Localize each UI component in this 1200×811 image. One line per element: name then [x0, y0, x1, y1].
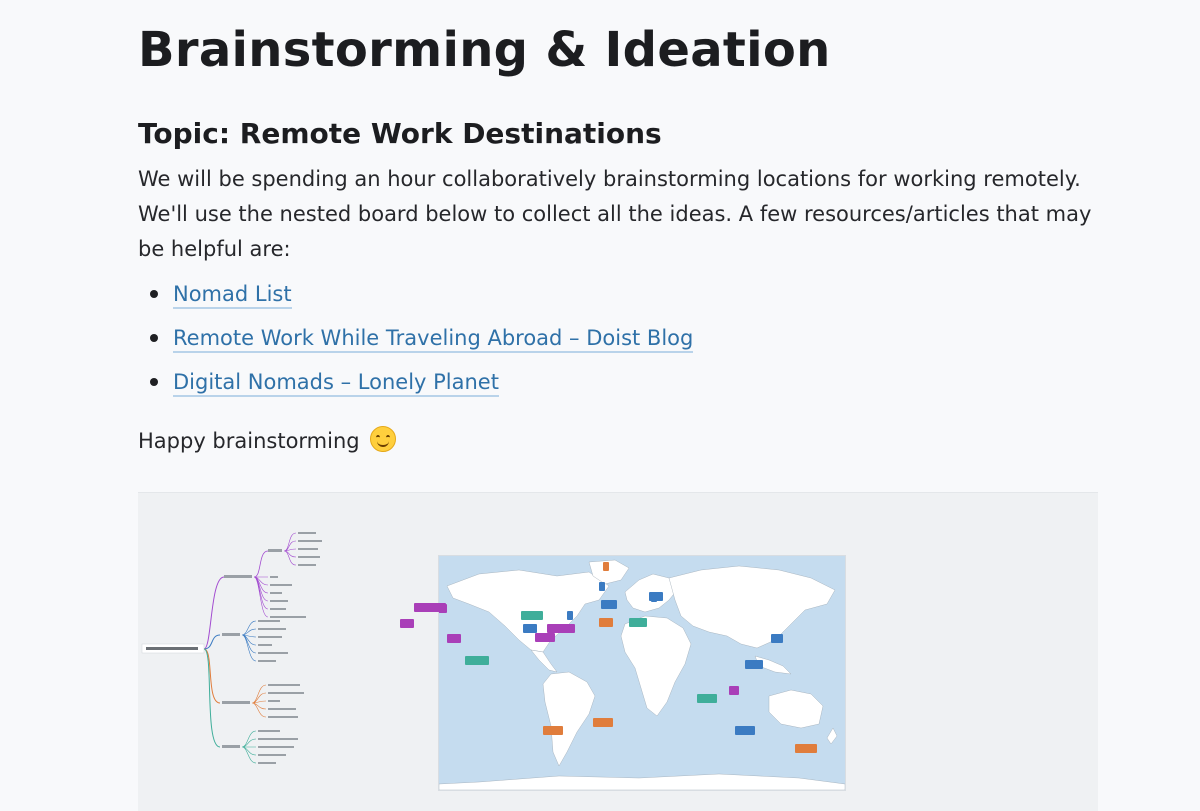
map-tag[interactable] — [447, 634, 461, 643]
topic-heading: Topic: Remote Work Destinations — [138, 117, 662, 150]
map-tag[interactable] — [697, 694, 717, 703]
map-tag[interactable] — [465, 656, 489, 665]
map-tag[interactable] — [601, 600, 617, 609]
map-tag[interactable] — [593, 718, 613, 727]
intro-paragraph: We will be spending an hour collaborativ… — [138, 167, 1092, 261]
continents — [439, 559, 845, 790]
link-nomad-list[interactable]: Nomad List — [173, 282, 292, 309]
map-tag[interactable] — [547, 624, 575, 633]
map-tag-outside[interactable] — [400, 619, 414, 628]
mind-map — [141, 532, 322, 764]
map-tag[interactable] — [735, 726, 755, 735]
map-tag[interactable] — [629, 618, 647, 627]
closing-text: Happy brainstorming — [138, 429, 360, 453]
map-tag[interactable] — [535, 633, 555, 642]
map-tag[interactable] — [543, 726, 563, 735]
list-item: Digital Nomads – Lonely Planet — [138, 364, 693, 408]
map-tag[interactable] — [599, 618, 613, 627]
list-item: Nomad List — [138, 276, 693, 320]
nested-board-preview[interactable] — [138, 492, 1098, 811]
map-tag[interactable] — [521, 611, 543, 620]
world-map — [438, 555, 846, 791]
link-lonely-planet[interactable]: Digital Nomads – Lonely Planet — [173, 370, 499, 397]
page: Brainstorming & Ideation Topic: Remote W… — [0, 0, 1200, 811]
map-tag[interactable] — [599, 582, 605, 591]
mindmap-branch-adventurous — [203, 648, 221, 704]
map-tag[interactable] — [603, 562, 609, 571]
link-doist-blog[interactable]: Remote Work While Traveling Abroad – Doi… — [173, 326, 694, 353]
map-tag[interactable] — [523, 624, 537, 633]
map-tag[interactable] — [745, 660, 763, 669]
map-tag[interactable] — [567, 611, 573, 620]
map-tag[interactable] — [771, 634, 783, 643]
map-tag[interactable] — [729, 686, 739, 695]
resource-list: Nomad List Remote Work While Traveling A… — [138, 276, 694, 408]
page-title: Brainstorming & Ideation — [138, 22, 831, 78]
list-item: Remote Work While Traveling Abroad – Doi… — [138, 320, 694, 364]
map-tag[interactable] — [649, 592, 663, 601]
map-tag-outside[interactable] — [414, 603, 446, 612]
smiling-face-icon — [370, 426, 397, 452]
mindmap-branch-unique — [203, 648, 221, 748]
map-tag[interactable] — [795, 744, 817, 753]
closing-line: Happy brainstorming — [138, 422, 397, 460]
